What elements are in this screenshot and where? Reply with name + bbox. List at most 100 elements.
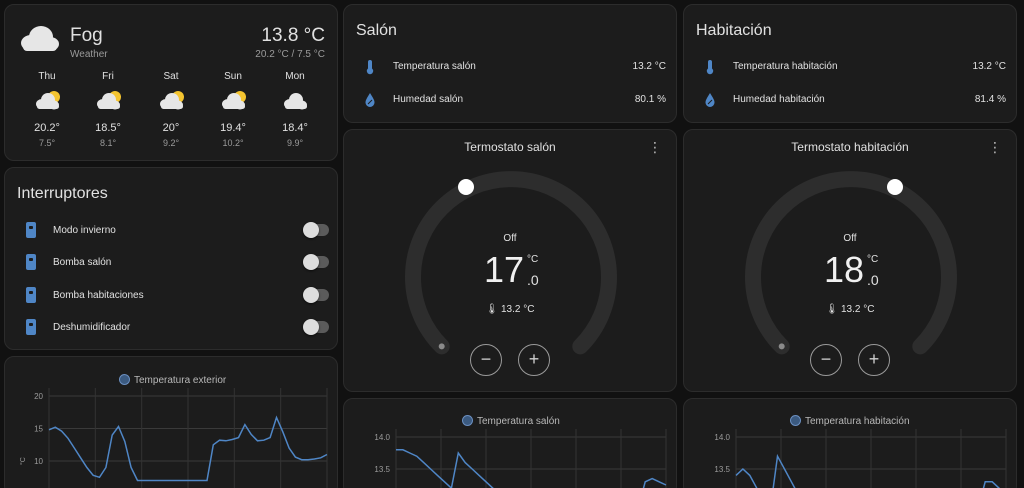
- habitacion-humidity-value: 81.4 %: [974, 94, 1006, 105]
- salon-humidity-label: Humedad salón: [393, 94, 464, 105]
- partly-cloudy-icon: [222, 91, 246, 110]
- switch-label: Bomba salón: [53, 257, 112, 268]
- cloudy-icon: [284, 93, 307, 110]
- dial-handle[interactable]: [458, 179, 474, 195]
- target-temperature: 17: [484, 249, 525, 290]
- dial-handle[interactable]: [887, 179, 903, 195]
- forecast-day: Sun 19.4° 10.2°: [208, 71, 258, 148]
- power-socket-icon: [26, 222, 36, 238]
- salon-temperature-row[interactable]: Temperatura salón 13.2 °C: [356, 57, 666, 77]
- current-temperature-value: 13.2 °C: [841, 304, 875, 315]
- switch-row[interactable]: Bomba habitaciones: [17, 284, 329, 308]
- thermostat-salon-card: Termostato salón ⋮ Off 17 °C .0 🌡︎ 13.2 …: [343, 129, 677, 392]
- switch-toggle[interactable]: [303, 222, 329, 238]
- forecast-day: Fri 18.5° 8.1°: [83, 71, 133, 148]
- power-socket-icon: [26, 319, 36, 335]
- partly-cloudy-icon: [97, 91, 121, 110]
- forecast-high: 20°: [162, 122, 180, 134]
- thermometer-icon: 🌡︎: [825, 304, 839, 315]
- forecast-low: 8.1°: [99, 138, 117, 148]
- switch-row[interactable]: Modo invierno: [17, 219, 329, 243]
- y-tick-label: 15: [34, 425, 43, 434]
- switch-toggle[interactable]: [303, 254, 329, 270]
- thermostat-title: Termostato habitación: [791, 140, 909, 154]
- exterior-chart-plot: 20 15 10 °C: [19, 388, 328, 488]
- weather-subtitle: Weather: [70, 49, 108, 60]
- power-socket-icon: [26, 287, 36, 303]
- switch-row[interactable]: Deshumidificador: [17, 316, 329, 340]
- forecast-day: Thu 20.2° 7.5°: [22, 71, 72, 148]
- salon-title: Salón: [356, 22, 397, 39]
- forecast-low: 7.5°: [38, 138, 56, 148]
- habitacion-temperature-label: Temperatura habitación: [733, 61, 838, 72]
- forecast-day-name: Thu: [38, 71, 56, 82]
- switch-label: Modo invierno: [53, 225, 116, 236]
- thermometer-icon: [366, 60, 374, 75]
- water-percent-icon: [705, 93, 715, 107]
- more-options-icon[interactable]: ⋮: [648, 140, 662, 154]
- weather-condition: Fog: [70, 25, 103, 46]
- toggle-knob: [303, 287, 319, 303]
- hvac-state: Off: [503, 233, 517, 244]
- switch-toggle[interactable]: [303, 319, 329, 335]
- decrease-button[interactable]: −: [810, 344, 842, 376]
- dial-min-marker: [778, 343, 785, 350]
- switch-row[interactable]: Bomba salón: [17, 251, 329, 275]
- switch-toggle[interactable]: [303, 287, 329, 303]
- forecast-day-name: Sat: [163, 71, 179, 82]
- salon-temperature-chart[interactable]: Temperatura salón 14.0 13.5: [343, 398, 677, 488]
- y-tick-label: 10: [34, 457, 43, 466]
- forecast-high: 19.4°: [220, 122, 246, 134]
- habitacion-humidity-row[interactable]: Humedad habitación 81.4 %: [696, 90, 1006, 110]
- target-unit: °C: [867, 254, 879, 265]
- hvac-state: Off: [843, 233, 857, 244]
- y-tick-label: 13.5: [374, 465, 390, 474]
- switches-title: Interruptores: [17, 185, 108, 202]
- toggle-knob: [303, 222, 319, 238]
- decrease-button[interactable]: −: [470, 344, 502, 376]
- habitacion-temperature-row[interactable]: Temperatura habitación 13.2 °C: [696, 57, 1006, 77]
- current-temperature: 🌡︎ 13.2 °C: [684, 304, 1016, 315]
- forecast-day-name: Fri: [102, 71, 114, 82]
- habitacion-humidity-label: Humedad habitación: [733, 94, 825, 105]
- current-temperature-value: 13.2 °C: [501, 304, 535, 315]
- forecast-low: 10.2°: [222, 138, 244, 148]
- habitacion-chart-plot: 14.0 13.5: [714, 429, 1007, 488]
- y-tick-label: 13.5: [714, 465, 730, 474]
- forecast-high: 18.4°: [282, 122, 308, 134]
- dial-min-marker: [438, 343, 445, 350]
- forecast-low: 9.2°: [162, 138, 180, 148]
- salon-humidity-row[interactable]: Humedad salón 80.1 %: [356, 90, 666, 110]
- salon-temperature-value: 13.2 °C: [632, 61, 666, 72]
- toggle-knob: [303, 254, 319, 270]
- partly-cloudy-icon: [160, 91, 184, 110]
- y-axis-label: °C: [19, 457, 27, 465]
- switch-label: Bomba habitaciones: [53, 290, 144, 301]
- habitacion-temperature-value: 13.2 °C: [972, 61, 1006, 72]
- current-temperature: 🌡︎ 13.2 °C: [344, 304, 676, 315]
- target-temperature: 18: [824, 249, 865, 290]
- y-tick-label: 20: [34, 392, 43, 401]
- forecast-low: 9.9°: [286, 138, 304, 148]
- partly-cloudy-icon: [36, 91, 60, 110]
- thermometer-icon: 🌡︎: [485, 304, 499, 315]
- thermostat-habitacion-card: Termostato habitación ⋮ Off 18 °C .0 🌡︎ …: [683, 129, 1017, 392]
- habitacion-temperature-chart[interactable]: Temperatura habitación 14.0 13.5: [683, 398, 1017, 488]
- habitacion-title: Habitación: [696, 22, 772, 39]
- fog-cloud-icon: [21, 26, 59, 51]
- exterior-temperature-chart[interactable]: Temperatura exterior 20 15 10 °C: [4, 356, 338, 488]
- salon-card: Salón Temperatura salón 13.2 °C Humedad …: [343, 4, 677, 123]
- switches-card: Interruptores Modo invierno Bomba salón Bo…: [4, 167, 338, 350]
- weather-card[interactable]: Fog Weather 13.8 °C 20.2 °C / 7.5 °C Thu…: [4, 4, 338, 161]
- forecast-day-name: Sun: [224, 71, 242, 82]
- increase-button[interactable]: +: [858, 344, 890, 376]
- more-options-icon[interactable]: ⋮: [988, 140, 1002, 154]
- forecast-day: Mon 18.4° 9.9°: [270, 71, 320, 148]
- toggle-knob: [303, 319, 319, 335]
- salon-humidity-value: 80.1 %: [634, 94, 666, 105]
- habitacion-card: Habitación Temperatura habitación 13.2 °…: [683, 4, 1017, 123]
- weather-temperature: 13.8 °C: [261, 25, 325, 46]
- increase-button[interactable]: +: [518, 344, 550, 376]
- switch-label: Deshumidificador: [53, 322, 131, 333]
- forecast-high: 18.5°: [95, 122, 121, 134]
